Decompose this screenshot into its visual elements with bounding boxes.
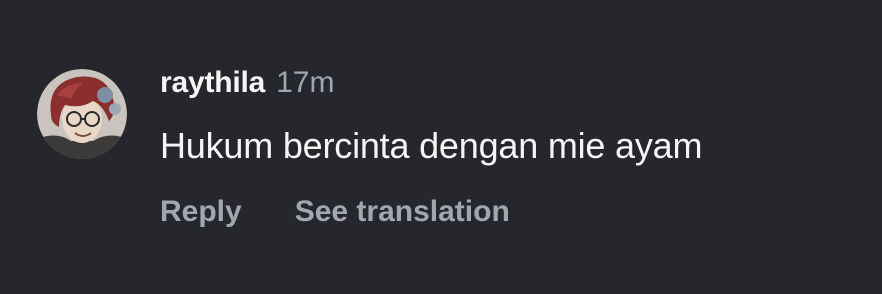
see-translation-button[interactable]: See translation: [295, 195, 510, 229]
comment-header: raythila 17m: [160, 66, 334, 110]
avatar[interactable]: [37, 69, 127, 159]
comment-actions: Reply See translation: [160, 195, 510, 229]
comment-text: Hukum bercinta dengan mie ayam: [160, 125, 703, 166]
reply-button[interactable]: Reply: [160, 195, 242, 229]
comment-item: raythila 17m Hukum bercinta dengan mie a…: [0, 0, 882, 294]
timestamp: 17m: [276, 66, 335, 99]
user-avatar-icon: [37, 69, 127, 159]
username[interactable]: raythila: [160, 66, 265, 100]
